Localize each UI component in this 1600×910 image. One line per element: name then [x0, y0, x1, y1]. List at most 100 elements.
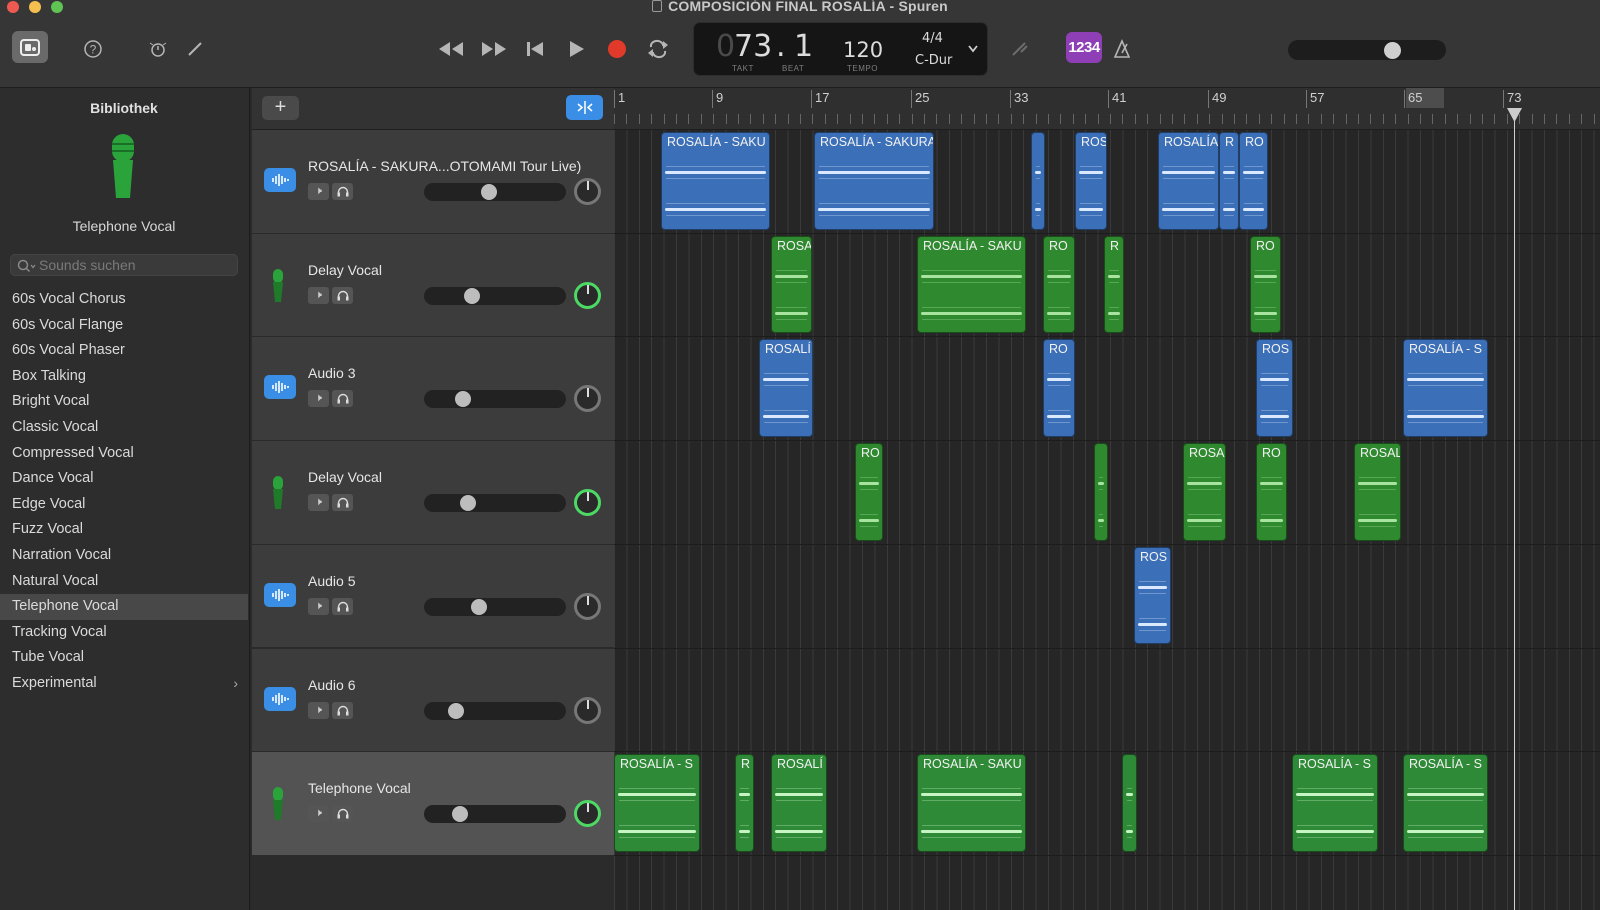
audio-region[interactable]: ROS: [1134, 546, 1171, 645]
volume-knob[interactable]: [464, 287, 480, 304]
pan-knob[interactable]: [574, 385, 601, 413]
track-header[interactable]: Audio 6 🕨: [252, 648, 614, 753]
track-header[interactable]: Telephone Vocal 🕨: [252, 752, 614, 856]
library-item[interactable]: Fuzz Vocal: [0, 517, 248, 543]
audio-region[interactable]: [1031, 132, 1045, 230]
library-item[interactable]: Edge Vocal: [0, 492, 248, 518]
audio-region[interactable]: [1122, 754, 1137, 852]
library-item[interactable]: 60s Vocal Phaser: [0, 338, 248, 364]
tuner-button[interactable]: [1008, 36, 1030, 62]
audio-region[interactable]: RO: [1043, 339, 1075, 438]
audio-region[interactable]: RO: [1239, 132, 1268, 230]
track-volume-slider[interactable]: [424, 183, 566, 201]
pan-knob[interactable]: [574, 800, 601, 828]
audio-region[interactable]: RO: [1250, 235, 1281, 334]
volume-knob[interactable]: [448, 702, 464, 719]
volume-knob[interactable]: [455, 391, 471, 408]
audio-region[interactable]: ROSALÍ: [759, 339, 813, 438]
audio-region[interactable]: RO: [855, 443, 883, 541]
library-item[interactable]: 60s Vocal Flange: [0, 313, 248, 339]
play-button[interactable]: [563, 36, 589, 62]
help-button[interactable]: ?: [82, 38, 104, 60]
arrange-area[interactable]: 1 9 17 25 33 41 49 57 65 73 ROSALÍA - SAKU ROSALÍA…: [614, 88, 1600, 910]
audio-region[interactable]: ROSAL: [1354, 443, 1401, 541]
smart-controls-button[interactable]: [147, 38, 169, 60]
pan-knob[interactable]: [574, 178, 601, 205]
audio-region[interactable]: ROSALÍA - SAKURA: [814, 132, 934, 230]
mute-button[interactable]: 🕨: [308, 701, 329, 719]
add-track-button[interactable]: +: [262, 96, 299, 120]
audio-region[interactable]: ROSALÍA - SAKU: [917, 235, 1026, 334]
solo-button[interactable]: [332, 597, 353, 615]
pan-knob[interactable]: [574, 592, 601, 620]
mute-button[interactable]: 🕨: [308, 805, 329, 823]
lcd-signature[interactable]: 4/4: [922, 31, 943, 46]
mute-button[interactable]: 🕨: [308, 597, 329, 615]
volume-knob[interactable]: [481, 184, 497, 200]
mute-button[interactable]: 🕨: [308, 390, 329, 408]
cycle-button[interactable]: [645, 36, 671, 62]
sound-search[interactable]: [10, 254, 238, 276]
solo-button[interactable]: [332, 183, 353, 200]
solo-button[interactable]: [332, 494, 353, 512]
audio-region[interactable]: R: [1219, 132, 1239, 230]
mute-button[interactable]: 🕨: [308, 286, 329, 304]
volume-knob[interactable]: [460, 495, 476, 512]
audio-region[interactable]: ROSALÍA - S: [614, 754, 700, 852]
track-header[interactable]: Audio 5 🕨: [252, 544, 614, 649]
track-volume-slider[interactable]: [424, 701, 566, 720]
go-to-beginning-button[interactable]: [522, 36, 548, 62]
pan-knob[interactable]: [574, 696, 601, 724]
track-lanes[interactable]: ROSALÍA - SAKU ROSALÍA - SAKURA ROS ROSALÍA…: [614, 130, 1600, 910]
track-header[interactable]: Audio 3 🕨: [252, 337, 614, 442]
track-volume-slider[interactable]: [424, 597, 566, 616]
audio-region[interactable]: ROSALÍ: [771, 754, 827, 852]
search-input[interactable]: [39, 255, 235, 275]
library-item[interactable]: Narration Vocal: [0, 543, 248, 569]
metronome-button[interactable]: [1110, 36, 1134, 62]
audio-region[interactable]: ROS: [1256, 339, 1293, 438]
library-item[interactable]: Classic Vocal: [0, 415, 248, 441]
solo-button[interactable]: [332, 286, 353, 304]
mute-button[interactable]: 🕨: [308, 494, 329, 512]
pan-knob[interactable]: [574, 281, 601, 309]
audio-region[interactable]: ROSALÍA: [1158, 132, 1219, 230]
audio-region[interactable]: ROSA: [771, 235, 812, 334]
audio-region[interactable]: ROSA: [1183, 443, 1226, 541]
track-header[interactable]: Delay Vocal 🕨: [252, 441, 614, 545]
library-item[interactable]: Box Talking: [0, 364, 248, 390]
audio-region[interactable]: ROSALÍA - S: [1403, 754, 1488, 852]
audio-region[interactable]: ROS: [1075, 132, 1107, 230]
smart-tempo-button[interactable]: [566, 95, 603, 120]
record-button[interactable]: [604, 36, 630, 62]
library-item[interactable]: Bright Vocal: [0, 389, 248, 415]
track-header[interactable]: Delay Vocal 🕨: [252, 233, 614, 338]
rewind-button[interactable]: [436, 36, 466, 62]
ruler[interactable]: 1 9 17 25 33 41 49 57 65 73: [614, 88, 1600, 130]
track-volume-slider[interactable]: [424, 494, 566, 513]
audio-region[interactable]: [1094, 443, 1108, 541]
lcd-display[interactable]: 0 73 . 1 TAKT BEAT 120 TEMPO 4/4 C-Dur: [693, 22, 988, 76]
library-item[interactable]: Experimental ›: [0, 671, 248, 697]
pan-knob[interactable]: [574, 489, 601, 517]
solo-button[interactable]: [332, 805, 353, 823]
audio-region[interactable]: ROSALÍA - SAKU: [661, 132, 770, 230]
library-item[interactable]: Dance Vocal: [0, 466, 248, 492]
solo-button[interactable]: [332, 390, 353, 408]
track-volume-slider[interactable]: [424, 286, 566, 305]
audio-region[interactable]: R: [735, 754, 754, 852]
audio-region[interactable]: ROSALÍA - SAKU: [917, 754, 1026, 852]
library-item[interactable]: Tracking Vocal: [0, 620, 248, 646]
library-item[interactable]: Compressed Vocal: [0, 441, 248, 467]
audio-region[interactable]: RO: [1043, 235, 1075, 334]
editors-button[interactable]: [184, 38, 206, 60]
track-volume-slider[interactable]: [424, 390, 566, 409]
volume-knob[interactable]: [471, 598, 487, 615]
playhead[interactable]: [1514, 108, 1515, 910]
count-in-button[interactable]: 1234: [1066, 32, 1102, 63]
chevron-down-icon[interactable]: [968, 45, 978, 53]
mute-button[interactable]: 🕨: [308, 183, 329, 200]
audio-region[interactable]: ROSALÍA - S: [1292, 754, 1378, 852]
master-volume-knob[interactable]: [1384, 42, 1401, 59]
audio-region[interactable]: RO: [1256, 443, 1287, 541]
